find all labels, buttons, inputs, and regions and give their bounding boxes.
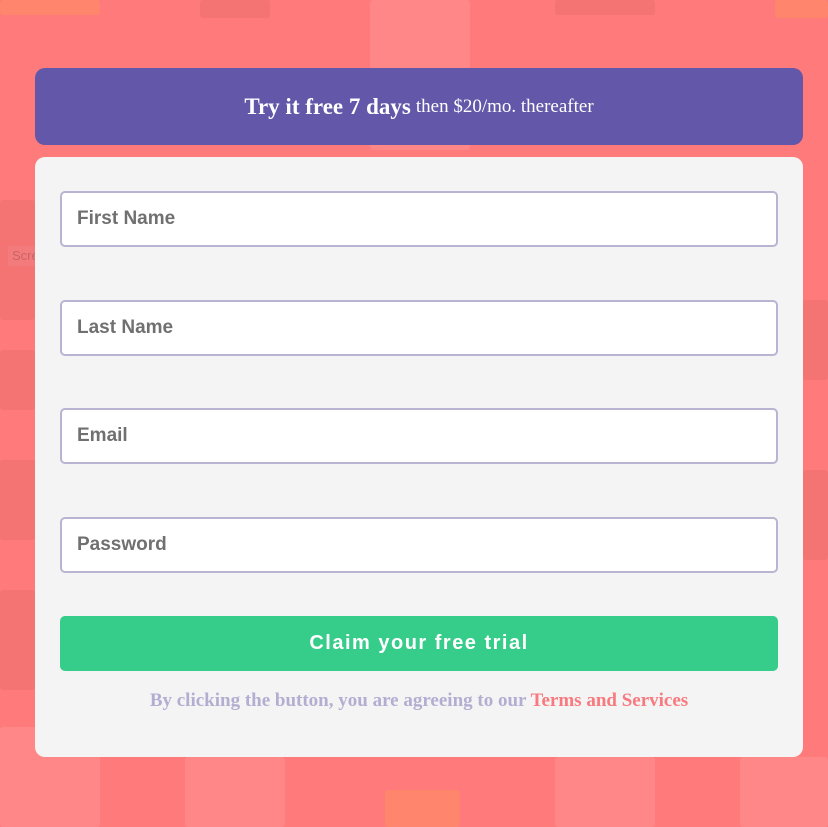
signup-form: Claim your free trial By clicking the bu…	[35, 157, 803, 757]
claim-trial-button[interactable]: Claim your free trial	[60, 616, 778, 671]
first-name-field[interactable]	[60, 191, 778, 247]
last-name-field[interactable]	[60, 300, 778, 356]
banner-subline: then $20/mo. thereafter	[415, 95, 594, 117]
legal-text: By clicking the button, you are agreeing…	[149, 690, 527, 711]
email-field[interactable]	[60, 408, 778, 464]
password-field[interactable]	[60, 517, 778, 573]
banner-headline: Try it free 7 days	[244, 93, 411, 119]
legal-notice: By clicking the button, you are agreeing…	[35, 690, 803, 712]
trial-banner: Try it free 7 days then $20/mo. thereaft…	[35, 68, 803, 145]
terms-link[interactable]: Terms and Services	[531, 690, 689, 711]
